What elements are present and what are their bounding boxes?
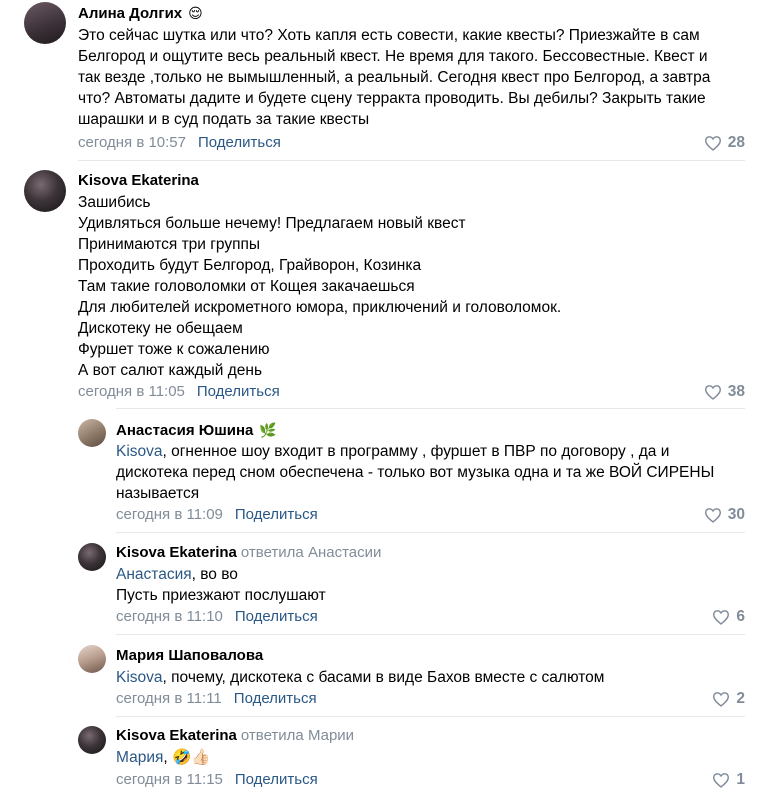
- comment-meta: сегодня в 11:10 Поделиться: [116, 608, 318, 626]
- timestamp[interactable]: сегодня в 11:09: [116, 506, 223, 523]
- comment-meta: сегодня в 11:15 Поделиться: [116, 771, 318, 789]
- timestamp[interactable]: сегодня в 10:57: [78, 134, 186, 151]
- like-count: 30: [727, 506, 745, 523]
- text-fragment: , почему, дискотека с басами в виде Бахо…: [162, 669, 605, 686]
- avatar[interactable]: [78, 645, 106, 673]
- comment-author[interactable]: Анастасия Юшина 🌿: [116, 421, 277, 440]
- text-fragment: , во во: [191, 566, 238, 583]
- text-fragment: , 🤣👍🏻: [163, 749, 211, 766]
- text-line: Это сейчас шутка или что? Хоть капля ест…: [78, 27, 700, 44]
- comment-author[interactable]: Алина Долгих 😌: [78, 4, 203, 23]
- text-line: Пусть приезжают послушают: [116, 587, 326, 604]
- text-line: Белгород и ощутите весь реальный квест. …: [78, 48, 708, 65]
- share-button[interactable]: Поделиться: [235, 506, 318, 523]
- author-name[interactable]: Kisova Ekaterina: [78, 172, 199, 189]
- text-line: Kisova, почему, дискотека с басами в вид…: [116, 667, 604, 688]
- comment-text: Это сейчас шутка или что? Хоть капля ест…: [78, 25, 710, 130]
- divider: [116, 716, 745, 717]
- avatar[interactable]: [78, 543, 106, 571]
- like-button[interactable]: 28: [704, 134, 745, 152]
- heart-icon: [704, 508, 721, 523]
- comment-author[interactable]: Kisova Ekaterina ответила Марии: [116, 727, 354, 745]
- like-button[interactable]: 30: [704, 506, 745, 524]
- author-name[interactable]: Мария Шаповалова: [116, 647, 263, 664]
- avatar[interactable]: [78, 419, 106, 447]
- author-name[interactable]: Kisova Ekaterina: [116, 544, 237, 561]
- comment-author[interactable]: Kisova Ekaterina ответила Анастасии: [116, 544, 381, 562]
- like-count: 28: [727, 134, 745, 151]
- comment-author[interactable]: Kisova Ekaterina: [78, 172, 199, 190]
- text-line: Удивляться больше нечему! Предлагаем нов…: [78, 215, 466, 232]
- heart-icon: [713, 773, 730, 788]
- text-line: Проходить будут Белгород, Грайворон, Коз…: [78, 257, 422, 274]
- comment-meta: сегодня в 11:09 Поделиться: [116, 506, 318, 524]
- comment-text: Анастасия, во во Пусть приезжают послуша…: [116, 564, 326, 606]
- share-button[interactable]: Поделиться: [197, 383, 280, 400]
- comment-meta: сегодня в 11:05 Поделиться: [78, 383, 280, 401]
- mention-link[interactable]: Kisova: [116, 669, 163, 686]
- replied-to[interactable]: ответила Анастасии: [241, 544, 381, 561]
- comment-text: Мария, 🤣👍🏻: [116, 747, 211, 768]
- comment-text: Kisova, почему, дискотека с басами в вид…: [116, 667, 604, 688]
- text-line: Анастасия, во во: [116, 564, 326, 585]
- comment-meta: сегодня в 10:57 Поделиться: [78, 134, 281, 152]
- like-count: 2: [736, 690, 745, 707]
- timestamp[interactable]: сегодня в 11:10: [116, 608, 223, 625]
- text-line: Для любителей искрометного юмора, приклю…: [78, 299, 562, 316]
- comment-text: Kisova, огненное шоу входит в программу …: [116, 441, 714, 504]
- comment-meta: сегодня в 11:11 Поделиться: [116, 690, 317, 708]
- avatar[interactable]: [24, 2, 66, 44]
- heart-icon: [704, 136, 721, 151]
- text-line: называется: [116, 485, 200, 502]
- divider: [78, 160, 745, 161]
- comment-author[interactable]: Мария Шаповалова: [116, 647, 263, 665]
- author-emoji: 😌: [188, 5, 203, 21]
- avatar[interactable]: [24, 170, 66, 212]
- text-line: Kisova, огненное шоу входит в программу …: [116, 441, 714, 462]
- timestamp[interactable]: сегодня в 11:05: [78, 383, 185, 400]
- like-count: 1: [736, 771, 745, 788]
- share-button[interactable]: Поделиться: [198, 134, 281, 151]
- text-line: шарашки и в суд подать за такие квесты: [78, 111, 370, 128]
- comment-text: Зашибись Удивляться больше нечему! Предл…: [78, 192, 561, 381]
- avatar[interactable]: [78, 726, 106, 754]
- author-name[interactable]: Kisova Ekaterina: [116, 727, 237, 744]
- text-fragment: , огненное шоу входит в программу , фурш…: [162, 443, 670, 460]
- text-line: Мария, 🤣👍🏻: [116, 747, 211, 768]
- text-line: дискотека перед сном обеспечена - только…: [116, 464, 715, 481]
- text-line: А вот салют каждый день: [78, 362, 263, 379]
- mention-link[interactable]: Анастасия: [116, 566, 192, 583]
- like-button[interactable]: 38: [704, 383, 745, 401]
- text-line: Зашибись: [78, 194, 151, 211]
- text-line: Принимаются три группы: [78, 236, 261, 253]
- divider: [116, 634, 745, 635]
- text-line: Там такие головоломки от Кощея закачаешь…: [78, 278, 415, 295]
- divider: [116, 532, 745, 533]
- text-line: Фуршет тоже к сожалению: [78, 341, 270, 358]
- replied-to[interactable]: ответила Марии: [241, 727, 354, 744]
- heart-icon: [713, 692, 730, 707]
- timestamp[interactable]: сегодня в 11:11: [116, 690, 222, 707]
- like-button[interactable]: 1: [712, 771, 745, 789]
- text-line: так везде ,только не вымышленный, а реал…: [78, 69, 711, 86]
- author-name[interactable]: Алина Долгих: [78, 5, 182, 22]
- share-button[interactable]: Поделиться: [235, 608, 318, 625]
- text-line: Дискотеку не обещаем: [78, 320, 243, 337]
- divider: [116, 408, 745, 409]
- like-count: 38: [727, 383, 745, 400]
- timestamp[interactable]: сегодня в 11:15: [116, 771, 223, 788]
- author-emoji: 🌿: [259, 422, 277, 438]
- heart-icon: [713, 610, 730, 625]
- like-count: 6: [736, 608, 745, 625]
- mention-link[interactable]: Мария: [116, 749, 163, 766]
- text-line: что? Автоматы дадите и будете сцену терр…: [78, 90, 706, 107]
- author-name[interactable]: Анастасия Юшина: [116, 422, 253, 439]
- like-button[interactable]: 6: [712, 608, 745, 626]
- heart-icon: [704, 385, 721, 400]
- share-button[interactable]: Поделиться: [234, 690, 317, 707]
- mention-link[interactable]: Kisova: [116, 443, 163, 460]
- like-button[interactable]: 2: [712, 690, 745, 708]
- share-button[interactable]: Поделиться: [235, 771, 318, 788]
